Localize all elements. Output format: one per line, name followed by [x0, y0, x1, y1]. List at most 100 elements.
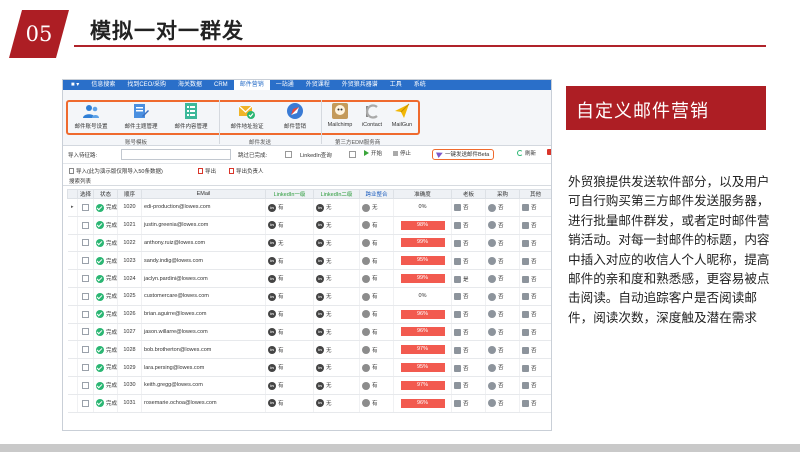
menu-item[interactable]: CRM	[208, 80, 234, 90]
column-header[interactable]: 其他	[519, 189, 551, 199]
row-indicator	[67, 287, 78, 306]
close-red-button[interactable]	[545, 149, 551, 160]
menu-item[interactable]: 工具	[384, 80, 408, 90]
menu-item[interactable]: 外贸狼兵器谱	[336, 80, 384, 90]
row-checkbox[interactable]	[82, 310, 89, 318]
column-header[interactable]: 采购	[485, 189, 520, 199]
cross-value: 有	[372, 311, 378, 318]
boss-value: 是	[463, 276, 469, 283]
email-content-manage-button[interactable]: 邮件内容管理	[167, 102, 215, 130]
linkedin-query-checkbox[interactable]	[349, 151, 356, 158]
email-cell[interactable]: justin.greenia@lowes.com	[141, 216, 266, 235]
cross-value: 有	[372, 240, 378, 247]
linkedin2-value: 无	[326, 400, 332, 407]
boss-cell: 否	[451, 216, 486, 235]
table-row[interactable]: 完成 1021 justin.greenia@lowes.com in 有 in 无有 98%…	[67, 216, 551, 235]
purchase-icon	[488, 239, 496, 248]
row-checkbox[interactable]	[82, 364, 89, 372]
email-cell[interactable]: jaclyn.pardini@lowes.com	[141, 269, 266, 288]
mailgun-button[interactable]: MailGun	[385, 102, 419, 128]
row-checkbox[interactable]	[82, 381, 89, 389]
menu-item[interactable]: 一站通	[270, 80, 300, 90]
linkedin1-value: 有	[278, 294, 284, 301]
email-cell[interactable]: customercare@lowes.com	[141, 287, 266, 306]
table-row[interactable]: 完成 1022 anthony.ruiz@lowes.com in 无 in 无有 99% 否否…	[67, 234, 551, 253]
linkedin2-cell: in 无	[313, 323, 360, 342]
linkedin1-cell: in 有	[265, 376, 314, 395]
tab-search-list[interactable]: 搜索列表	[69, 177, 91, 185]
cross-cell: 有	[359, 251, 394, 271]
email-cell[interactable]: anthony.ruiz@lowes.com	[141, 234, 266, 253]
table-row[interactable]: 完成 1026 brian.aguirre@lowes.com in 有 in 无有 96% 否…	[67, 305, 551, 324]
row-checkbox[interactable]	[82, 275, 89, 283]
purchase-cell: 否	[485, 269, 520, 288]
table-row[interactable]: 完成 1029 lara.persing@lowes.com in 有 in 无有 95% 否否…	[67, 358, 551, 377]
purchase-icon	[488, 346, 496, 355]
table-row[interactable]: 完成 1024 jaclyn.pardini@lowes.com in 有 in 无有 99%…	[67, 269, 551, 288]
app-menu-icon[interactable]: ■ ▾	[65, 80, 85, 90]
table-row[interactable]: 完成 1030 keith.gregg@lowes.com in 有 in 无有 97% 否否否	[67, 376, 551, 395]
column-header[interactable]: 跨业整合	[359, 189, 394, 199]
export-button[interactable]: 导出	[198, 167, 216, 175]
column-header[interactable]: 准确度	[393, 189, 452, 199]
one-click-send-button[interactable]: 一键发送邮件Beta	[432, 149, 495, 160]
column-header[interactable]: 选择	[77, 189, 94, 199]
table-row[interactable]: 完成 1027 jason.willarre@lowes.com in 有 in 无有 96%…	[67, 323, 551, 342]
stop-button[interactable]: 停止	[391, 149, 413, 160]
column-header[interactable]: 老板	[451, 189, 486, 199]
current-row-icon: ▸	[70, 204, 74, 211]
email-subject-manage-button[interactable]: 邮件主题管理	[117, 102, 165, 130]
email-address-verify-button[interactable]: 邮件地址验证	[223, 102, 271, 130]
select-cell	[77, 234, 94, 253]
mailchimp-button[interactable]: Mailchimp	[323, 102, 357, 128]
menu-item[interactable]: 海关数据	[172, 80, 208, 90]
table-row[interactable]: ▸ 完成 1020 edi-production@lowes.com in 有 in 无无 0%…	[67, 198, 551, 217]
email-cell[interactable]: sandy.indig@lowes.com	[141, 251, 266, 271]
column-header[interactable]: LinkedIn一级	[265, 189, 314, 199]
table-row[interactable]: 完成 1031 rosemarie.ochoa@lowes.com in 有 in 无有 96…	[67, 394, 551, 413]
column-header[interactable]: 顺序	[117, 189, 142, 199]
email-cell[interactable]: edi-production@lowes.com	[141, 198, 266, 217]
menu-item[interactable]: 外贸课程	[300, 80, 336, 90]
email-cell[interactable]: keith.gregg@lowes.com	[141, 376, 266, 395]
column-header[interactable]: 状态	[93, 189, 118, 199]
title-divider	[74, 45, 766, 47]
row-checkbox[interactable]	[82, 399, 89, 407]
refresh-button[interactable]: 刷新	[515, 149, 538, 160]
table-row[interactable]: 完成 1025 customercare@lowes.com in 有 in 无有 0% 否否否	[67, 287, 551, 306]
email-cell[interactable]: rosemarie.ochoa@lowes.com	[141, 394, 266, 413]
icontact-button[interactable]: iContact	[355, 102, 389, 128]
ribbon-label: 邮件地址验证	[230, 124, 264, 130]
email-cell[interactable]: brian.aguirre@lowes.com	[141, 305, 266, 324]
column-header[interactable]: EMail	[141, 189, 266, 199]
table-row[interactable]: 完成 1028 bob.brotherton@lowes.com in 有 in 无有 97%…	[67, 340, 551, 360]
menu-item[interactable]: 系统	[408, 80, 432, 90]
row-checkbox[interactable]	[82, 221, 89, 229]
cross-value: 有	[372, 383, 378, 390]
email-cell[interactable]: lara.persing@lowes.com	[141, 358, 266, 377]
email-cell[interactable]: jason.willarre@lowes.com	[141, 323, 266, 342]
row-checkbox[interactable]	[82, 346, 89, 354]
email-marketing-button[interactable]: 邮件营销	[271, 102, 319, 130]
email-account-settings-button[interactable]: 邮件账号设置	[67, 102, 115, 130]
import-path-input[interactable]	[121, 149, 231, 160]
row-checkbox[interactable]	[82, 257, 89, 265]
menu-item[interactable]: 信息搜索	[85, 80, 121, 90]
menu-item[interactable]: 找到CEO/采购	[121, 80, 172, 90]
menu-item[interactable]: 邮件营销	[233, 80, 270, 90]
check-circle-icon	[96, 328, 104, 337]
status-cell: 完成	[93, 198, 118, 217]
row-checkbox[interactable]	[82, 328, 89, 336]
export-owner-button[interactable]: 导出负责人	[229, 167, 264, 175]
row-checkbox[interactable]	[82, 292, 89, 300]
select-cell	[77, 251, 94, 271]
import-button[interactable]: 导入(此为演示版仅限导入50条数据)	[69, 167, 163, 175]
row-checkbox[interactable]	[82, 239, 89, 247]
table-row[interactable]: 完成 1023 sandy.indig@lowes.com in 有 in 无有 95% 否否否	[67, 251, 551, 271]
skip-completed-checkbox[interactable]	[285, 151, 292, 158]
status-text: 完成	[106, 383, 118, 390]
column-header[interactable]: LinkedIn二级	[313, 189, 360, 199]
row-checkbox[interactable]	[82, 203, 89, 211]
start-button[interactable]: 开始	[362, 149, 384, 160]
email-cell[interactable]: bob.brotherton@lowes.com	[141, 340, 266, 360]
